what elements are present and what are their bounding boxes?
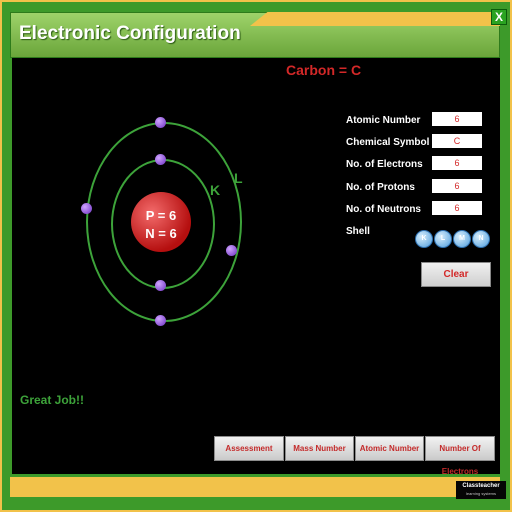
neutrons-field[interactable]: 6 [432,201,482,215]
atomic-number-button[interactable]: Atomic Number [355,436,424,461]
electron [155,315,166,326]
title-bar-accent [250,12,500,26]
shell-l-button[interactable]: L [434,230,452,248]
nucleus: P = 6 N = 6 [131,192,191,252]
mass-number-button[interactable]: Mass Number [285,436,354,461]
chemical-symbol-field[interactable]: C [432,134,482,148]
proton-count: P = 6 [145,208,177,223]
atomic-number-field[interactable]: 6 [432,112,482,126]
main-panel: Carbon = C P = 6 N = 6 K L Atomic Number… [12,58,500,476]
classteacher-logo: Classteacher learning systems [456,481,506,499]
feedback-message: Great Job!! [20,393,85,407]
page-title: Electronic Configuration [19,23,241,44]
protons-label: No. of Protons [346,182,415,193]
assessment-button[interactable]: Assessment [214,436,284,461]
electron [81,203,92,214]
atom-diagram: P = 6 N = 6 K L [81,117,244,330]
logo-name: Classteacher [462,483,500,489]
element-title: Carbon = C [286,62,362,78]
protons-field[interactable]: 6 [432,179,482,193]
shell-k-label: K [210,182,221,198]
neutrons-label: No. of Neutrons [346,204,421,215]
shell-l-label: L [234,170,243,186]
logo-tagline: learning systems [465,491,496,496]
electron [155,117,166,128]
shell-m-button[interactable]: M [453,230,471,248]
shell-label: Shell [346,226,370,237]
close-button[interactable]: X [491,9,507,25]
footer-bar [10,477,500,497]
clear-button[interactable]: Clear [421,262,491,287]
shell-n-button[interactable]: N [472,230,490,248]
chemical-symbol-label: Chemical Symbol [346,137,430,148]
shell-k-button[interactable]: K [415,230,433,248]
title-bar: Electronic Configuration [10,12,500,58]
electron [155,154,166,165]
number-of-electrons-button[interactable]: Number Of Electrons [425,436,495,476]
atomic-number-label: Atomic Number [346,115,421,126]
electrons-field[interactable]: 6 [432,156,482,170]
electron [226,245,237,256]
electron [155,280,166,291]
neutron-count: N = 6 [145,226,177,241]
electrons-label: No. of Electrons [346,159,423,170]
